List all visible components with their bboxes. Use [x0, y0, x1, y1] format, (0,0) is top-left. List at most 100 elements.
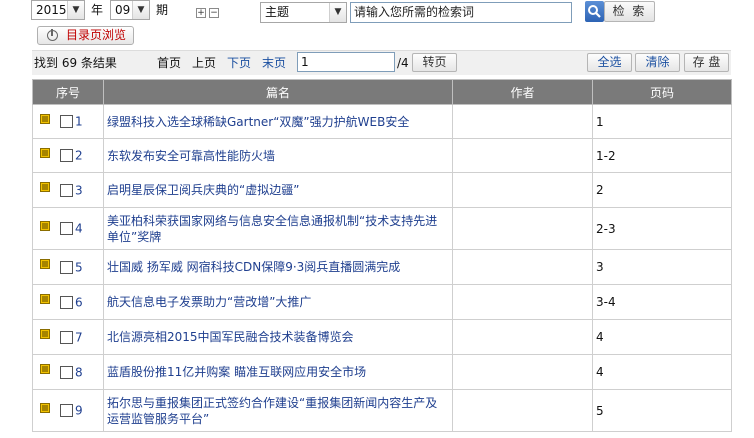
search-button[interactable]: 检 索 [604, 1, 655, 22]
article-author [452, 172, 593, 208]
chevron-down-icon: ▼ [67, 1, 84, 19]
row-checkbox[interactable] [60, 260, 73, 274]
collapse-icon[interactable]: − [209, 8, 219, 18]
table-row: 5 壮国威 扬军威 网宿科技CDN保障9·3阅兵直播圆满完成 3 [32, 249, 732, 285]
header-title: 篇名 [103, 79, 453, 105]
year-select[interactable]: 2015 ▼ [31, 0, 85, 20]
article-title-link[interactable]: 航天信息电子发票助力“营改增”大推广 [103, 284, 453, 320]
row-number: 1 [75, 114, 83, 129]
article-author [452, 249, 593, 285]
row-checkbox[interactable] [60, 115, 73, 129]
row-number: 7 [75, 330, 83, 345]
table-row: 9 拓尔思与重报集团正式签约合作建设“重报集团新闻内容生产及运营监管服务平台” 5 [32, 389, 732, 432]
article-title-link[interactable]: 北信源亮相2015中国军民融合技术装备博览会 [103, 319, 453, 355]
article-author [452, 319, 593, 355]
results-count: 找到 69 条结果 [34, 56, 117, 70]
table-row: 8 蓝盾股份推11亿并购案 瞄准互联网应用安全市场 4 [32, 354, 732, 390]
article-title-link[interactable]: 绿盟科技入选全球稀缺Gartner“双魔”强力护航WEB安全 [103, 104, 453, 139]
row-number-cell: 5 [32, 249, 104, 285]
table-row: 2 东软发布安全可靠高性能防火墙 1-2 [32, 138, 732, 173]
row-number-cell: 3 [32, 172, 104, 208]
document-icon[interactable] [40, 182, 50, 193]
row-number-cell: 6 [32, 284, 104, 320]
article-author [452, 354, 593, 390]
row-checkbox[interactable] [60, 404, 73, 418]
search-field-select[interactable]: 主题 ▼ [260, 2, 347, 23]
issue-value: 09 [115, 3, 131, 17]
catalog-icon [47, 29, 58, 41]
total-pages: /4 [397, 56, 409, 70]
row-checkbox[interactable] [60, 330, 73, 344]
article-author [452, 207, 593, 250]
results-table: 序号 篇名 作者 页码 1 绿盟科技入选全球稀缺Gartner“双魔”强力护航WE… [32, 79, 732, 432]
article-title-link[interactable]: 东软发布安全可靠高性能防火墙 [103, 138, 453, 173]
results-pagination-bar: 找到 69 条结果 首页 上页 下页 末页 1 /4 转页 全选 清除 存 盘 [32, 50, 731, 75]
article-title-link[interactable]: 启明星辰保卫阅兵庆典的“虚拟边疆” [103, 172, 453, 208]
issue-label: 期 [156, 3, 169, 17]
row-number: 3 [75, 183, 83, 198]
search-icon[interactable] [585, 1, 604, 22]
row-number-cell: 9 [32, 389, 104, 432]
article-pages: 1-2 [592, 138, 732, 173]
article-author [452, 389, 593, 432]
table-header-row: 序号 篇名 作者 页码 [32, 79, 732, 105]
article-author [452, 138, 593, 173]
row-number-cell: 2 [32, 138, 104, 173]
row-number: 4 [75, 221, 83, 236]
row-checkbox[interactable] [60, 365, 73, 379]
article-pages: 2 [592, 172, 732, 208]
next-page-link[interactable]: 下页 [227, 55, 251, 71]
article-author [452, 284, 593, 320]
catalog-browse-button[interactable]: 目录页浏览 [37, 26, 134, 45]
document-icon[interactable] [40, 259, 50, 270]
expand-icon[interactable]: + [196, 8, 206, 18]
select-all-button[interactable]: 全选 [587, 53, 632, 72]
row-number-cell: 1 [32, 104, 104, 139]
article-author [452, 104, 593, 139]
prev-page-link[interactable]: 上页 [192, 55, 216, 71]
clear-button[interactable]: 清除 [635, 53, 680, 72]
goto-page-button[interactable]: 转页 [412, 53, 457, 72]
document-icon[interactable] [40, 294, 50, 305]
row-number: 8 [75, 365, 83, 380]
header-pages: 页码 [592, 79, 732, 105]
page-number-value: 1 [301, 55, 309, 69]
issue-select[interactable]: 09 ▼ [110, 0, 150, 20]
search-field-value: 主题 [265, 5, 290, 19]
article-pages: 3 [592, 249, 732, 285]
chevron-down-icon: ▼ [329, 3, 346, 22]
header-author: 作者 [452, 79, 593, 105]
article-title-link[interactable]: 拓尔思与重报集团正式签约合作建设“重报集团新闻内容生产及运营监管服务平台” [103, 389, 453, 432]
article-title-link[interactable]: 蓝盾股份推11亿并购案 瞄准互联网应用安全市场 [103, 354, 453, 390]
row-number-cell: 4 [32, 207, 104, 250]
article-title-link[interactable]: 壮国威 扬军威 网宿科技CDN保障9·3阅兵直播圆满完成 [103, 249, 453, 285]
row-checkbox[interactable] [60, 222, 73, 236]
article-pages: 3-4 [592, 284, 732, 320]
first-page-link[interactable]: 首页 [157, 55, 181, 71]
search-toolbar: 2015 ▼ 年 09 ▼ 期 + − 主题 ▼ 请输入您所需的检索词 检 索 [0, 0, 754, 26]
article-title-link[interactable]: 美亚柏科荣获国家网络与信息安全信息通报机制“技术支持先进单位”奖牌 [103, 207, 453, 250]
page-number-input[interactable]: 1 [297, 52, 395, 72]
row-number-cell: 7 [32, 319, 104, 355]
search-placeholder: 请输入您所需的检索词 [354, 5, 475, 19]
article-pages: 4 [592, 354, 732, 390]
search-input[interactable]: 请输入您所需的检索词 [350, 2, 572, 23]
row-checkbox[interactable] [60, 149, 73, 163]
year-label: 年 [91, 3, 104, 17]
document-icon[interactable] [40, 402, 50, 413]
table-row: 7 北信源亮相2015中国军民融合技术装备博览会 4 [32, 319, 732, 355]
catalog-browse-label: 目录页浏览 [66, 28, 127, 42]
document-icon[interactable] [40, 329, 50, 340]
document-icon[interactable] [40, 220, 50, 231]
chevron-down-icon: ▼ [132, 1, 149, 19]
last-page-link[interactable]: 末页 [262, 55, 286, 71]
document-icon[interactable] [40, 364, 50, 375]
document-icon[interactable] [40, 147, 50, 158]
row-checkbox[interactable] [60, 295, 73, 309]
table-row: 1 绿盟科技入选全球稀缺Gartner“双魔”强力护航WEB安全 1 [32, 104, 732, 139]
save-button[interactable]: 存 盘 [684, 53, 729, 72]
row-number: 9 [75, 403, 83, 418]
row-checkbox[interactable] [60, 183, 73, 197]
document-icon[interactable] [40, 113, 50, 124]
article-pages: 2-3 [592, 207, 732, 250]
